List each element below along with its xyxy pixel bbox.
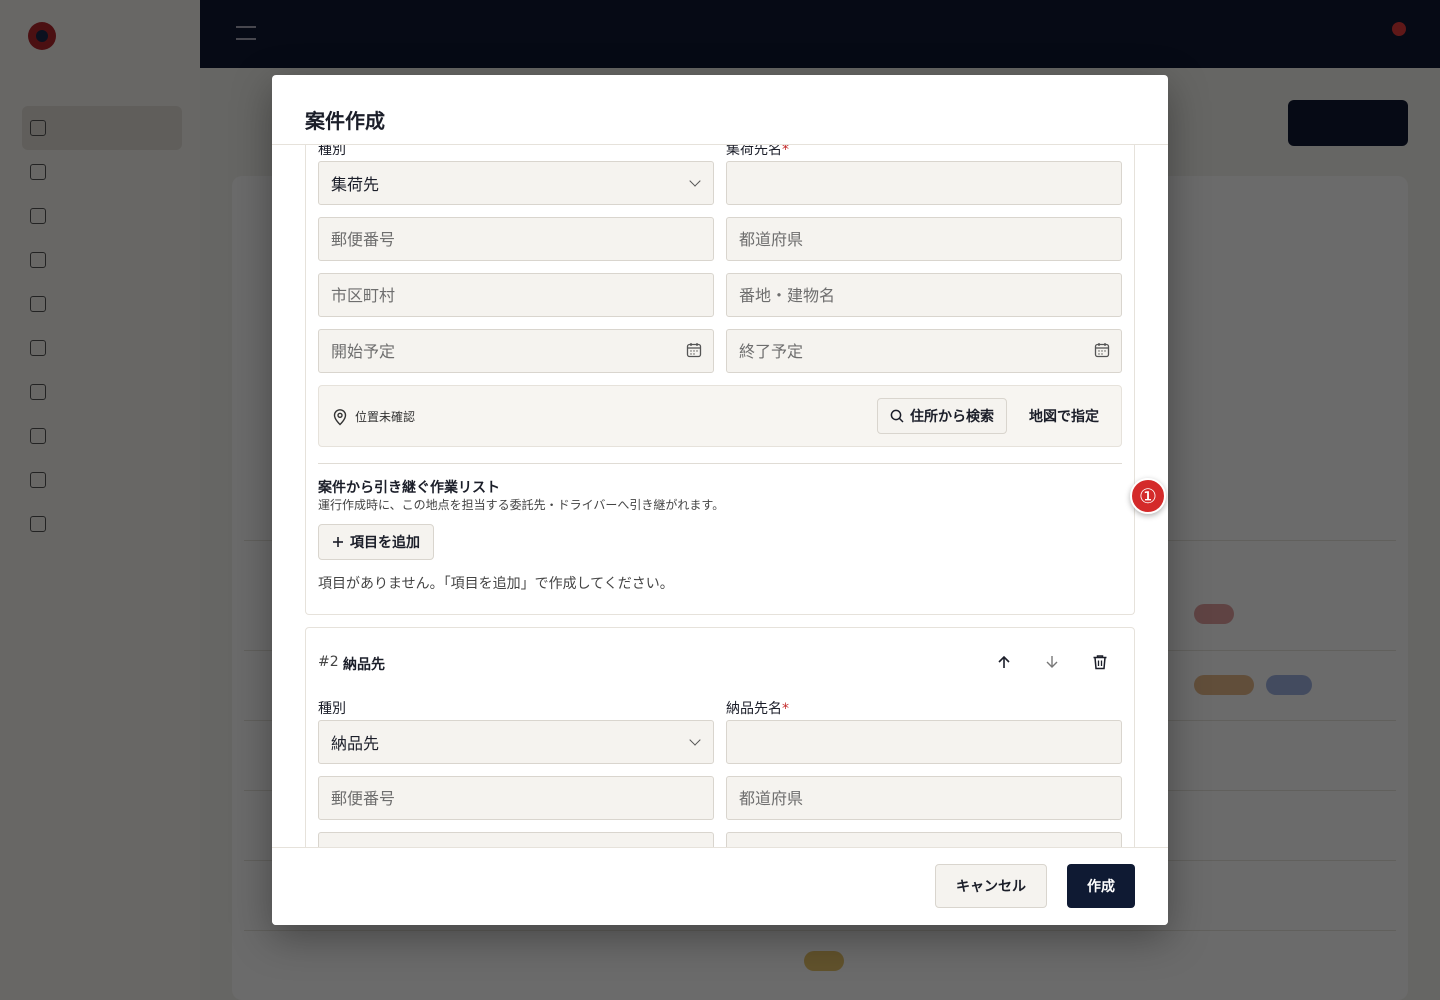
city-input[interactable] <box>318 832 714 847</box>
end-date-wrapper <box>726 329 1122 373</box>
location-bar: 位置未確認 住所から検索 地図で指定 <box>318 385 1122 447</box>
chevron-down-icon <box>689 175 701 187</box>
name-label-text: 集荷先名 <box>726 145 782 158</box>
name-label: 納品先名* <box>726 698 789 718</box>
modal-footer: キャンセル 作成 <box>272 847 1168 925</box>
pickup-name-input[interactable] <box>726 161 1122 205</box>
modal-body[interactable]: 種別 集荷先名* 集荷先 位置未確認 <box>272 145 1168 847</box>
stop-card-pickup: 種別 集荷先名* 集荷先 位置未確認 <box>305 145 1135 615</box>
move-up-button[interactable] <box>992 650 1016 674</box>
trash-icon <box>1093 655 1107 670</box>
name-label-text: 納品先名 <box>726 701 782 717</box>
chevron-down-icon <box>689 734 701 746</box>
type-label: 種別 <box>318 145 346 158</box>
cancel-button[interactable]: キャンセル <box>935 864 1047 908</box>
stop-card-delivery: #2 納品先 種別 納品先名* 納品先 <box>305 627 1135 847</box>
arrow-down-icon <box>1046 656 1058 668</box>
search-address-label: 住所から検索 <box>910 409 994 425</box>
modal-title: 案件作成 <box>305 109 385 133</box>
search-icon <box>890 409 904 423</box>
postal-code-input[interactable] <box>318 217 714 261</box>
location-status: 位置未確認 <box>355 410 416 424</box>
calendar-icon[interactable] <box>1094 342 1110 358</box>
end-date-input[interactable] <box>726 329 1122 373</box>
add-item-button[interactable]: 項目を追加 <box>318 524 434 560</box>
start-date-input[interactable] <box>318 329 714 373</box>
empty-task-message: 項目がありません。「項目を追加」で作成してください。 <box>318 576 674 592</box>
map-pin-icon <box>333 409 347 426</box>
arrow-up-icon <box>998 655 1010 668</box>
type-select-value: 集荷先 <box>331 175 380 194</box>
postal-code-input[interactable] <box>318 776 714 820</box>
task-list-description: 運行作成時に、この地点を担当する委託先・ドライバーへ引き継がれます。 <box>318 498 725 512</box>
name-label: 集荷先名* <box>726 145 789 159</box>
type-select[interactable]: 集荷先 <box>318 161 714 205</box>
city-input[interactable] <box>318 273 714 317</box>
create-button[interactable]: 作成 <box>1067 864 1135 908</box>
delete-stop-button[interactable] <box>1088 650 1112 674</box>
address-input[interactable] <box>726 832 1122 847</box>
prefecture-input[interactable] <box>726 776 1122 820</box>
type-label: 種別 <box>318 701 346 717</box>
search-address-button[interactable]: 住所から検索 <box>877 398 1007 434</box>
create-case-modal: 案件作成 種別 集荷先名* 集荷先 郵便番号 都道府県 市区町村 番地・建物名 … <box>272 75 1168 925</box>
step-marker: ① <box>1130 478 1166 514</box>
delivery-name-input[interactable] <box>726 720 1122 764</box>
add-item-label: 項目を追加 <box>350 535 420 551</box>
move-down-button[interactable] <box>1040 650 1064 674</box>
required-mark: * <box>782 701 789 717</box>
type-select-value: 納品先 <box>331 734 380 753</box>
calendar-icon[interactable] <box>686 342 702 358</box>
address-input[interactable] <box>726 273 1122 317</box>
set-on-map-button[interactable]: 地図で指定 <box>1019 398 1109 434</box>
required-mark: * <box>782 145 789 158</box>
stop-title: 納品先 <box>343 657 385 673</box>
prefecture-input[interactable] <box>726 217 1122 261</box>
section-divider <box>318 463 1122 464</box>
modal-header: 案件作成 <box>272 75 1168 145</box>
type-select[interactable]: 納品先 <box>318 720 714 764</box>
plus-icon <box>333 537 343 547</box>
stop-index: #2 <box>318 654 339 670</box>
task-list-title: 案件から引き継ぐ作業リスト <box>318 480 500 496</box>
start-date-wrapper <box>318 329 714 373</box>
